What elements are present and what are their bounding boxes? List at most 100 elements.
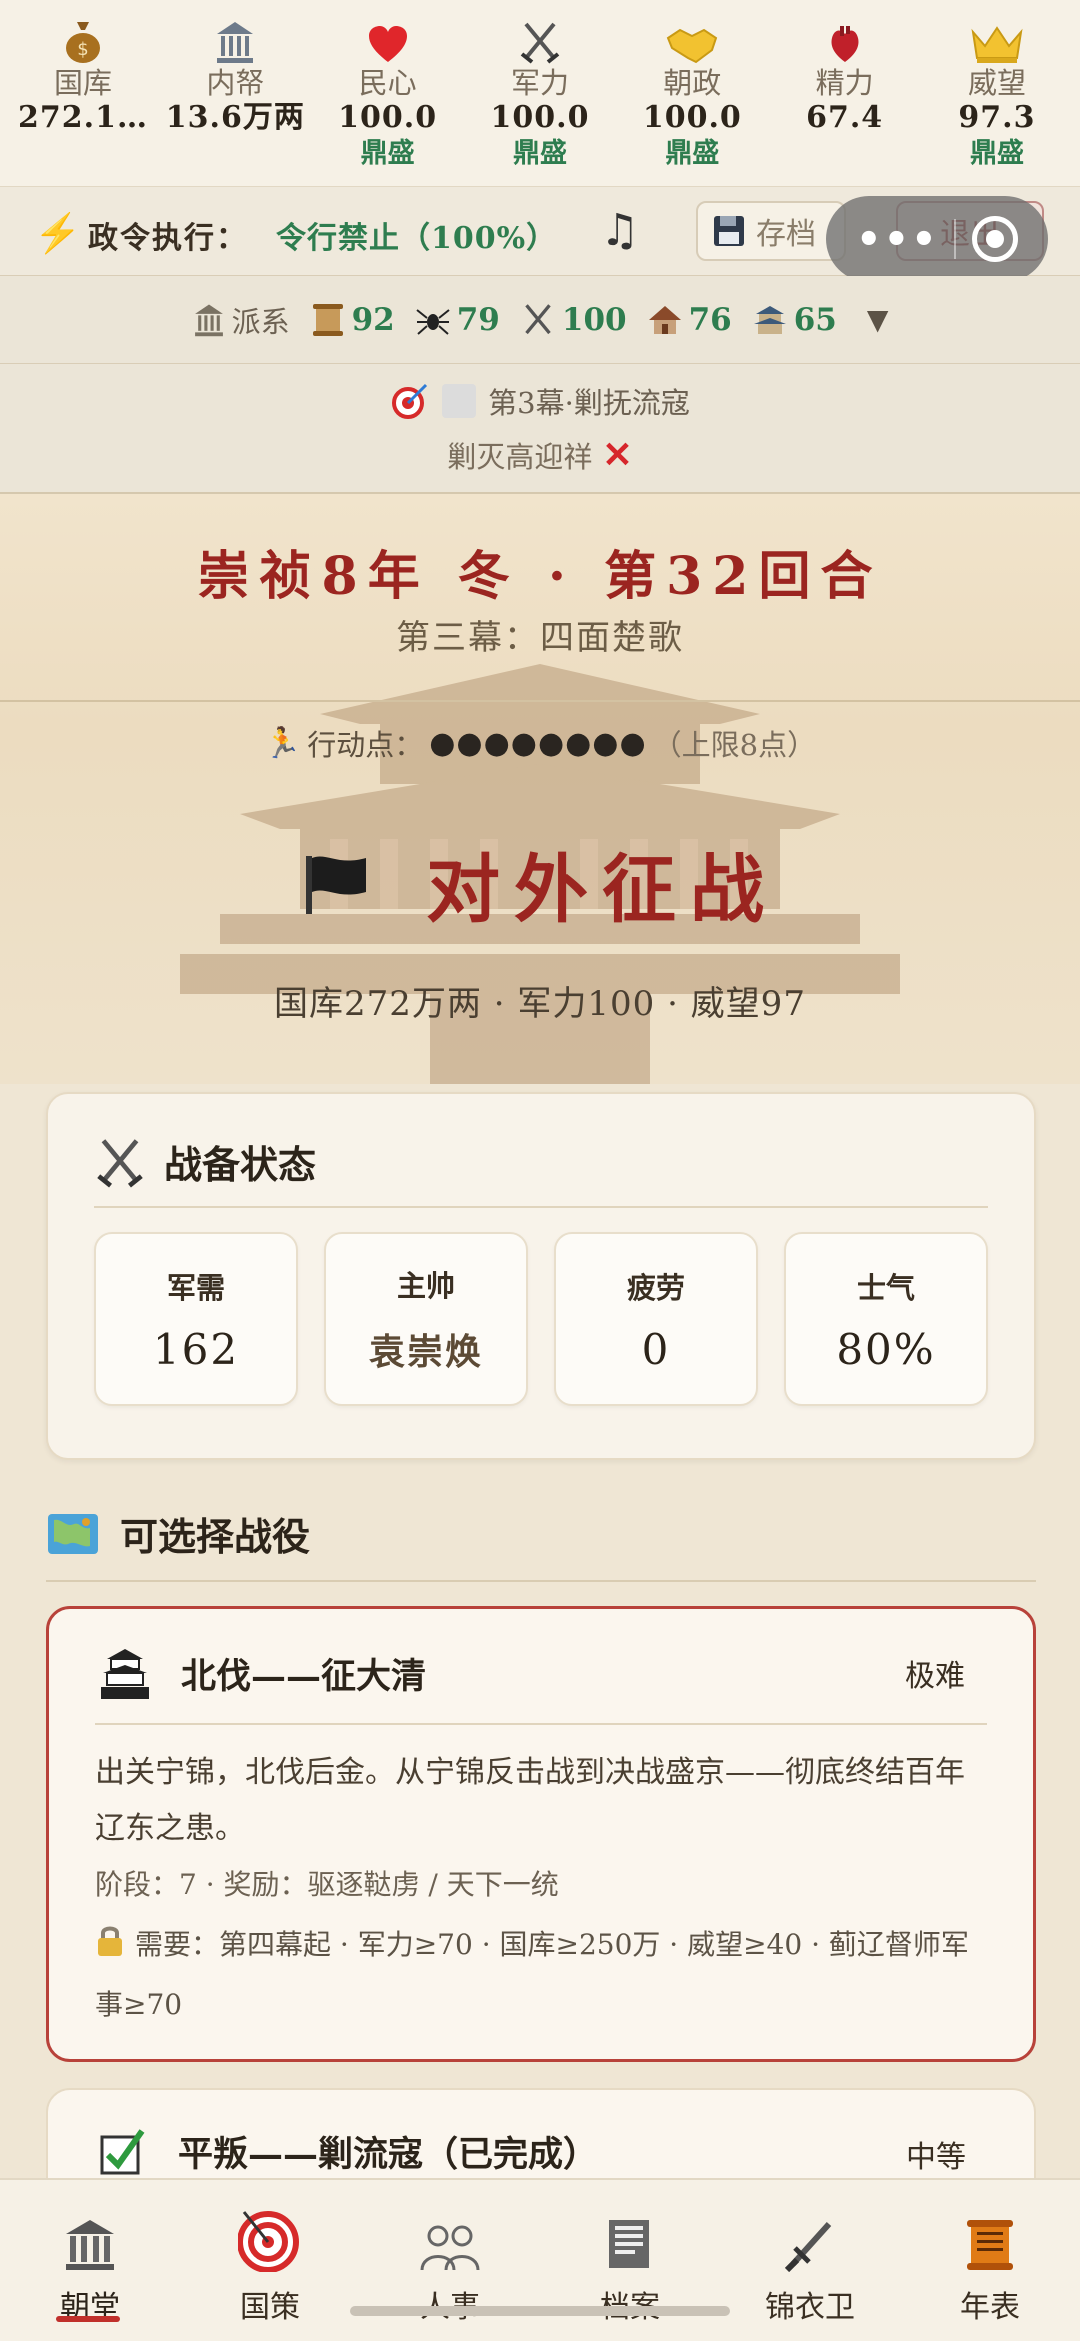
faction-label: 派系 [231,304,290,339]
cell-label: 主帅 [396,1269,455,1303]
battle-difficulty: 中等 [906,2140,966,2175]
cell-label: 军需 [166,1270,225,1305]
cell-label: 士气 [856,1270,915,1305]
checkbox-icon [442,384,477,418]
temple-icon [64,2204,116,2272]
svg-text:$: $ [77,39,88,60]
scroll-icon [963,2204,1017,2272]
map-icon [48,1513,98,1554]
nav-label: 锦衣卫 [765,2290,855,2325]
faction-item: 100 [520,302,627,338]
divider [94,1206,988,1208]
music-icon[interactable]: ♫ [600,205,639,256]
crossed-swords-icon [97,1138,143,1187]
faction-value: 79 [456,301,500,338]
stat-label: 国库 [53,66,112,100]
card-header: 战备状态 [94,1134,316,1189]
readiness-commander[interactable]: 主帅 袁崇焕 [324,1232,528,1406]
stat-label: 朝政 [663,66,722,100]
people-icon [420,2204,480,2272]
castle-icon [753,305,786,334]
nav-archive[interactable]: 档案 [540,2180,720,2341]
crossed-swords-icon [525,303,551,334]
stats-bar: $ 国库 272.1… 内帑 13.6万两 民心 100.0 鼎盛 军力 100… [0,0,1080,186]
nav-court[interactable]: 朝堂 [0,2180,180,2341]
war-readiness-card: 战备状态 军需 162 主帅 袁崇焕 疲劳 0 士气 80% [46,1092,1036,1460]
act-subtitle: 第三幕：四面楚歌 [396,618,684,658]
crown-icon [971,14,1023,64]
active-tab-indicator [56,2316,120,2322]
stat-value: 100.0 [490,100,590,135]
page-title-row: 对外征战 [0,830,1080,937]
target-icon [238,2204,302,2272]
handshake-icon [666,14,718,64]
stat-military[interactable]: 军力 100.0 鼎盛 [465,14,615,186]
miniprogram-capsule: ••• [826,196,1048,282]
faction-item: 65 [752,302,837,338]
scroll-icon [312,303,343,336]
stat-morale[interactable]: 民心 100.0 鼎盛 [313,14,463,186]
stat-label: 内帑 [206,66,265,100]
nav-personnel[interactable]: 人事 [360,2180,540,2341]
chapter-row: 第3幕·剿抚流寇 [0,380,1080,422]
action-points-dots: ●●●●●●●● [429,725,647,761]
stat-treasury[interactable]: $ 国库 272.1… [8,14,158,186]
faction-value: 100 [561,301,627,338]
home-indicator[interactable] [350,2306,730,2316]
stat-value: 100.0 [642,100,742,135]
heart-icon [367,14,409,64]
faction-item: 79 [415,302,500,338]
nav-guards[interactable]: 锦衣卫 [720,2180,900,2341]
stat-privy-purse[interactable]: 内帑 13.6万两 [160,14,310,186]
battle-requirements: 需要：第四幕起 · 军力≥70 · 国库≥250万 · 威望≥40 · 蓟辽督师… [95,1917,987,2033]
battle-name: 平叛——剿流寇（已完成） [178,2134,599,2175]
nav-label: 人事 [420,2282,480,2326]
dagger-icon [785,2204,835,2272]
section-title: 可选择战役 [120,1514,311,1559]
stat-politics[interactable]: 朝政 100.0 鼎盛 [617,14,767,186]
lock-icon [95,1921,125,1977]
stat-value: 272.1… [18,100,148,135]
stat-label: 精力 [815,66,874,100]
stat-prestige[interactable]: 威望 97.3 鼎盛 [922,14,1072,186]
capsule-divider [954,219,957,259]
more-menu-button[interactable]: ••• [856,216,939,263]
divider [95,1723,987,1725]
stat-label: 军力 [510,66,569,100]
resource-summary: 国库272万两 · 军力100 · 威望97 [274,984,806,1024]
spider-icon [416,308,450,335]
stat-energy[interactable]: 精力 67.4 [770,14,920,186]
nav-chronicle[interactable]: 年表 [900,2180,1080,2341]
battle-name: 北伐——征大清 [181,1655,427,1697]
goal-row: 剿灭高迎祥 ✕ [0,434,1080,476]
nav-policy[interactable]: 国策 [180,2180,360,2341]
faction-value: 65 [793,301,837,338]
expand-caret-icon[interactable]: ▼ [867,303,889,336]
stat-status: 鼎盛 [969,138,1024,169]
battle-difficulty: 极难 [905,1659,965,1694]
decree-status: 令行禁止（100%） [276,221,558,256]
nav-label: 年表 [960,2290,1020,2325]
stat-label: 民心 [358,66,417,100]
bank-icon [194,304,223,336]
readiness-cells: 军需 162 主帅 袁崇焕 疲劳 0 士气 80% [94,1232,988,1406]
black-flag-icon [306,855,366,914]
chapter-title: 第3幕·剿抚流寇 [488,386,690,420]
chapter-objective: 第3幕·剿抚流寇 剿灭高迎祥 ✕ [0,364,1080,494]
save-button[interactable]: 存档 [696,201,846,261]
hero-section: 崇祯8年 冬 · 第32回合 第三幕：四面楚歌 🏃 行动点： ●●●●●●●● … [0,494,1080,1084]
target-icon [392,383,428,419]
readiness-fatigue: 疲劳 0 [554,1232,758,1406]
battle-header: 平叛——剿流寇（已完成） [98,2126,598,2177]
faction-bar[interactable]: 派系 92 79 100 76 65 ▼ [0,276,1080,364]
stat-value: 100.0 [338,100,438,135]
castle-icon [101,1649,149,1699]
close-miniprogram-button[interactable] [971,216,1018,262]
battle-header: 北伐——征大清 [99,1645,426,1701]
running-person-icon: 🏃 [263,725,302,761]
anatomical-heart-icon [828,14,862,64]
battle-card[interactable]: 北伐——征大清 极难 出关宁锦，北伐后金。从宁锦反击战到决战盛京——彻底终结百年… [46,1606,1036,2062]
battle-stage-reward: 阶段：7 · 奖励：驱逐鞑虏 / 天下一统 [95,1868,559,1901]
nav-label: 档案 [600,2282,660,2326]
cross-mark-icon: ✕ [602,434,633,476]
